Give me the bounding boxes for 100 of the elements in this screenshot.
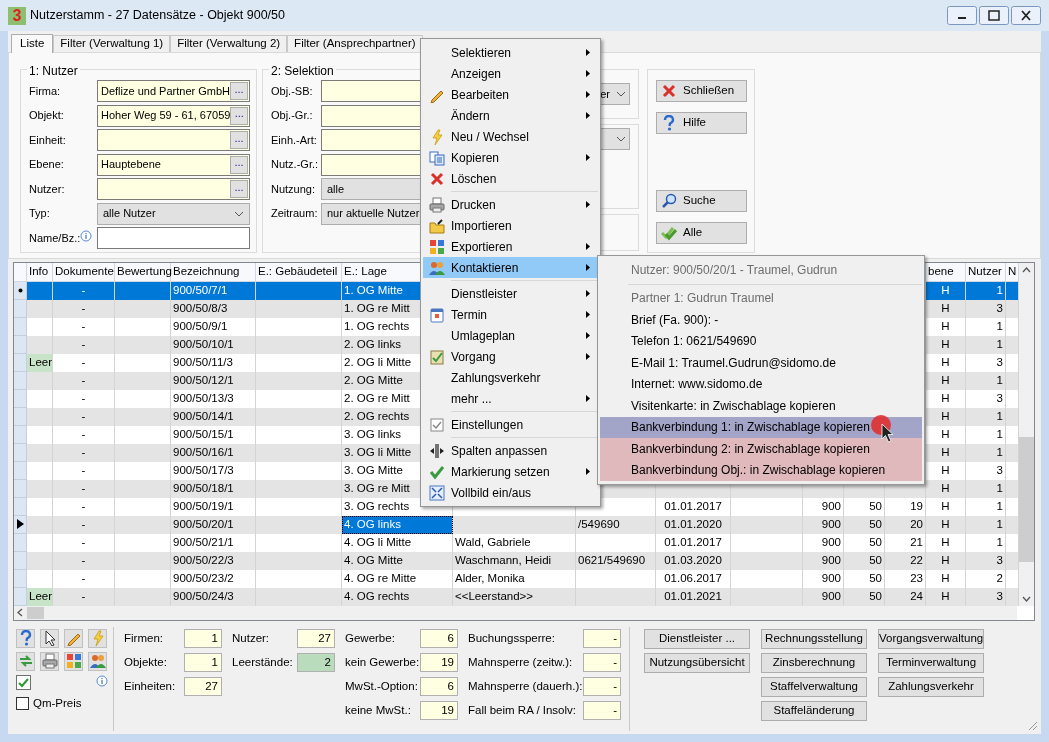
- stat-value: -: [583, 629, 621, 649]
- field-label: Nutzung:: [271, 181, 316, 197]
- table-cell: 20: [885, 515, 926, 534]
- table-cell: -: [53, 389, 115, 408]
- table-cell: -: [53, 299, 115, 318]
- table-cell: 900/50/13/3: [171, 389, 256, 408]
- table-cell: H: [926, 281, 966, 300]
- table-cell: /549690: [576, 515, 656, 534]
- table-cell: H: [926, 497, 966, 516]
- stat-label: Buchungssperre:: [468, 631, 556, 647]
- stat-label: Firmen:: [124, 631, 164, 647]
- table-cell: 900/50/7/1: [171, 281, 256, 300]
- table-cell: 900: [803, 533, 844, 552]
- stat-value: 27: [297, 629, 335, 649]
- table-cell: 900: [803, 587, 844, 606]
- table-cell: 50: [844, 551, 885, 570]
- table-cell: 900/50/12/1: [171, 371, 256, 390]
- table-cell: 3: [966, 299, 1006, 318]
- table-cell: -: [53, 515, 115, 534]
- table-cell: 50: [844, 497, 885, 516]
- table-cell: -: [53, 533, 115, 552]
- table-cell: H: [926, 569, 966, 588]
- stat-value: 2: [297, 653, 335, 673]
- table-cell: 01.01.2020: [656, 515, 731, 534]
- table-cell: 900/50/23/2: [171, 569, 256, 588]
- table-cell: 900/50/16/1: [171, 443, 256, 462]
- stat-value: -: [583, 653, 621, 673]
- table-cell: H: [926, 353, 966, 372]
- checkbox-label: Qm-Preis: [33, 695, 82, 711]
- table-cell: <<Leerstand>>: [453, 587, 576, 606]
- table-cell: 21: [885, 533, 926, 552]
- stat-value: 6: [420, 629, 458, 649]
- table-cell: -: [53, 317, 115, 336]
- table-cell: H: [926, 461, 966, 480]
- table-cell: -: [53, 497, 115, 516]
- field-label: Ebene:: [29, 157, 64, 173]
- table-cell: 2: [966, 569, 1006, 588]
- table-cell: 4. OG re Mitte: [342, 569, 453, 588]
- table-cell: 900/50/21/1: [171, 533, 256, 552]
- table-cell: 01.01.2017: [656, 497, 731, 516]
- table-cell: -: [53, 569, 115, 588]
- table-cell: 900/50/10/1: [171, 335, 256, 354]
- table-cell: 50: [844, 569, 885, 588]
- stat-value: -: [583, 677, 621, 697]
- table-cell: 900/50/24/3: [171, 587, 256, 606]
- table-cell: 50: [844, 587, 885, 606]
- table-cell: 0621/549690: [576, 551, 656, 570]
- window-title: Nutzerstamm - 27 Datensätze - Objekt 900/50: [30, 7, 285, 25]
- table-cell: 900/50/20/1: [171, 515, 256, 534]
- stat-label: Gewerbe:: [345, 631, 396, 647]
- table-cell: -: [53, 479, 115, 498]
- table-cell: 1: [966, 515, 1006, 534]
- table-cell: 4. OG Mitte: [342, 551, 453, 570]
- table-cell: H: [926, 551, 966, 570]
- field-label: Objekt:: [29, 108, 64, 124]
- table-cell: 22: [885, 551, 926, 570]
- table-cell: 1: [966, 407, 1006, 426]
- table-cell: -: [53, 425, 115, 444]
- stat-value: 6: [420, 677, 458, 697]
- table-cell: H: [926, 407, 966, 426]
- table-cell: 900/50/9/1: [171, 317, 256, 336]
- table-cell: 1: [966, 443, 1006, 462]
- table-cell: 3: [966, 587, 1006, 606]
- app-logo: 3: [8, 6, 26, 25]
- field-label: Obj.-Gr.:: [271, 108, 313, 124]
- field-label: Nutzer:: [29, 181, 65, 197]
- table-cell: -: [53, 371, 115, 390]
- table-cell: 1: [966, 533, 1006, 552]
- table-cell: 900: [803, 515, 844, 534]
- table-cell: 01.01.2021: [656, 587, 731, 606]
- table-cell: H: [926, 371, 966, 390]
- table-cell: 01.06.2017: [656, 569, 731, 588]
- table-cell: H: [926, 389, 966, 408]
- stat-value: 19: [420, 701, 458, 721]
- table-cell: 23: [885, 569, 926, 588]
- table-cell: -: [53, 335, 115, 354]
- table-cell: 900/50/19/1: [171, 497, 256, 516]
- field-label: Zeitraum:: [271, 206, 318, 222]
- table-cell: H: [926, 533, 966, 552]
- field-label: Nutz.-Gr.:: [271, 157, 319, 173]
- table-cell: -: [53, 407, 115, 426]
- field-label: Name/Bz.:: [29, 230, 81, 246]
- table-cell: 1: [966, 497, 1006, 516]
- table-cell: 900: [803, 497, 844, 516]
- stat-label: MwSt.-Option:: [345, 679, 419, 695]
- field-label: Firma:: [29, 83, 61, 99]
- table-cell: -: [53, 551, 115, 570]
- table-cell: Wald, Gabriele: [453, 533, 576, 552]
- stat-value: 19: [420, 653, 458, 673]
- table-cell: 900/50/14/1: [171, 407, 256, 426]
- table-cell: 900/50/17/3: [171, 461, 256, 480]
- table-cell: H: [926, 479, 966, 498]
- table-cell: 900/50/15/1: [171, 425, 256, 444]
- table-cell: H: [926, 317, 966, 336]
- table-cell: 900: [803, 551, 844, 570]
- table-cell: 900/50/22/3: [171, 551, 256, 570]
- table-cell: H: [926, 299, 966, 318]
- stat-label: Mahnsperre (zeitw.):: [468, 655, 574, 671]
- table-cell: 900/50/8/3: [171, 299, 256, 318]
- menu-item: Partner 1: Gudrun Traumel: [630, 290, 775, 308]
